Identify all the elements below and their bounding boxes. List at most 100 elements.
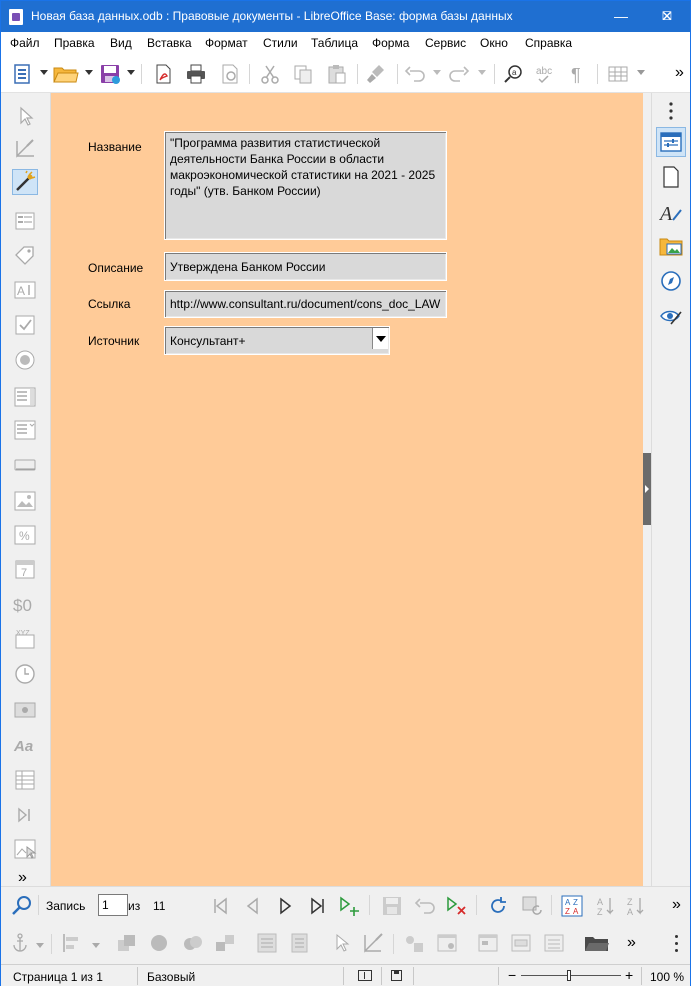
table-dropdown-icon[interactable] bbox=[637, 70, 645, 75]
open-in-design-folder-icon[interactable] bbox=[584, 932, 610, 954]
formatted-field-icon[interactable]: % bbox=[13, 523, 37, 547]
zoom-slider-thumb[interactable] bbox=[567, 970, 571, 981]
navigator-tab-icon[interactable] bbox=[659, 269, 683, 293]
menu-styles[interactable]: Стили bbox=[263, 36, 298, 50]
sort-descending-icon[interactable]: ZA bbox=[625, 895, 647, 917]
anchor-icon[interactable] bbox=[9, 932, 31, 954]
design-mode-toggle-icon[interactable] bbox=[362, 932, 384, 954]
date-field-icon[interactable]: 7 bbox=[13, 557, 37, 581]
print-icon[interactable] bbox=[185, 63, 207, 85]
push-button-icon[interactable] bbox=[13, 453, 37, 477]
close-button[interactable]: ✕ bbox=[644, 1, 690, 32]
gallery-tab-icon[interactable] bbox=[659, 234, 683, 258]
form-navigator-icon[interactable] bbox=[256, 932, 278, 954]
new-dropdown-icon[interactable] bbox=[40, 70, 48, 75]
menu-window[interactable]: Окно bbox=[480, 36, 508, 50]
new-record-icon[interactable] bbox=[338, 895, 360, 917]
find-record-icon[interactable] bbox=[11, 895, 33, 917]
combo-box-icon[interactable] bbox=[13, 418, 37, 442]
zoom-slider[interactable] bbox=[521, 975, 621, 976]
list-box-icon[interactable] bbox=[13, 385, 37, 409]
label-field-icon[interactable] bbox=[13, 243, 37, 267]
next-record-icon[interactable] bbox=[274, 895, 296, 917]
sidebar-collapse-handle[interactable] bbox=[643, 453, 651, 525]
zoom-level[interactable]: 100 % bbox=[650, 970, 684, 984]
refresh-icon[interactable] bbox=[487, 895, 509, 917]
new-document-icon[interactable] bbox=[11, 63, 33, 85]
undo-dropdown-icon[interactable] bbox=[433, 70, 441, 75]
bring-to-front-icon[interactable] bbox=[116, 932, 138, 954]
find-replace-icon[interactable]: a bbox=[503, 63, 525, 85]
properties-tab-icon[interactable] bbox=[656, 127, 686, 157]
add-field-icon[interactable] bbox=[510, 932, 532, 954]
toolbar-overflow-icon[interactable]: » bbox=[675, 64, 684, 82]
form-design-table-icon[interactable] bbox=[543, 932, 565, 954]
controls-overflow-icon[interactable]: » bbox=[18, 869, 27, 887]
menu-format[interactable]: Формат bbox=[205, 36, 248, 50]
export-pdf-icon[interactable] bbox=[152, 63, 174, 85]
menu-file[interactable]: Файл bbox=[10, 36, 40, 50]
menu-help[interactable]: Справка bbox=[525, 36, 572, 50]
tab-order-icon[interactable] bbox=[289, 932, 311, 954]
paste-icon[interactable] bbox=[326, 63, 348, 85]
delete-record-icon[interactable] bbox=[445, 895, 467, 917]
select-pointer-icon[interactable] bbox=[13, 104, 37, 128]
link-field[interactable]: http://www.consultant.ru/document/cons_d… bbox=[164, 290, 447, 318]
status-page-count[interactable]: Страница 1 из 1 bbox=[13, 970, 103, 984]
minimize-button[interactable]: — bbox=[598, 1, 644, 32]
design-select-icon[interactable] bbox=[330, 932, 352, 954]
zoom-in-icon[interactable]: + bbox=[625, 967, 633, 983]
menu-tools[interactable]: Сервис bbox=[425, 36, 466, 50]
page-tab-icon[interactable] bbox=[659, 165, 683, 189]
control-properties-icon[interactable] bbox=[403, 932, 425, 954]
copy-icon[interactable] bbox=[292, 63, 314, 85]
insert-table-icon[interactable] bbox=[607, 63, 629, 85]
redo-icon[interactable] bbox=[448, 63, 470, 85]
combo-dropdown-arrow-icon[interactable] bbox=[372, 328, 388, 349]
description-field[interactable]: Утверждена Банком России bbox=[164, 252, 447, 281]
undo-record-icon[interactable] bbox=[414, 895, 436, 917]
sort-icon[interactable]: AZZA bbox=[561, 895, 583, 917]
zoom-out-icon[interactable]: − bbox=[508, 967, 516, 983]
anchor-dropdown-icon[interactable] bbox=[36, 943, 44, 948]
align-dropdown-icon[interactable] bbox=[92, 943, 100, 948]
print-preview-icon[interactable] bbox=[219, 63, 241, 85]
previous-record-icon[interactable] bbox=[242, 895, 264, 917]
selection-mode-icon[interactable] bbox=[358, 970, 372, 981]
first-record-icon[interactable] bbox=[210, 895, 232, 917]
menu-form[interactable]: Форма bbox=[372, 36, 409, 50]
save-dropdown-icon[interactable] bbox=[127, 70, 135, 75]
formatting-marks-icon[interactable]: ¶ bbox=[567, 63, 589, 85]
last-record-icon[interactable] bbox=[306, 895, 328, 917]
save-icon[interactable] bbox=[99, 63, 121, 85]
image-control-icon[interactable] bbox=[13, 698, 37, 722]
form-properties-design-icon[interactable] bbox=[436, 932, 458, 954]
design-mode-icon[interactable] bbox=[13, 137, 37, 161]
source-combo[interactable]: Консультант+ bbox=[164, 326, 390, 355]
arrange-icon[interactable] bbox=[182, 932, 204, 954]
table-control-icon[interactable] bbox=[13, 768, 37, 792]
check-box-icon[interactable] bbox=[13, 313, 37, 337]
navbar-overflow-icon[interactable]: » bbox=[672, 896, 681, 914]
pattern-field-icon[interactable]: XYZ bbox=[13, 627, 37, 651]
cut-icon[interactable] bbox=[259, 63, 281, 85]
record-number-input[interactable]: 1 bbox=[98, 894, 128, 916]
menu-view[interactable]: Вид bbox=[110, 36, 132, 50]
option-button-icon[interactable] bbox=[13, 348, 37, 372]
designbar-vertical-dots-icon[interactable] bbox=[673, 934, 679, 954]
open-folder-icon[interactable] bbox=[53, 63, 79, 85]
form-properties-icon[interactable] bbox=[13, 209, 37, 233]
accessibility-check-tab-icon[interactable] bbox=[659, 304, 683, 328]
status-page-style[interactable]: Базовый bbox=[147, 970, 195, 984]
menu-edit[interactable]: Правка bbox=[54, 36, 95, 50]
time-field-icon[interactable] bbox=[13, 662, 37, 686]
menu-insert[interactable]: Вставка bbox=[147, 36, 192, 50]
sort-ascending-icon[interactable]: AZ bbox=[595, 895, 617, 917]
image-button-icon[interactable] bbox=[13, 489, 37, 513]
control-wizards-icon[interactable] bbox=[12, 169, 38, 195]
redo-dropdown-icon[interactable] bbox=[478, 70, 486, 75]
clone-formatting-icon[interactable] bbox=[365, 63, 387, 85]
sidebar-menu-icon[interactable] bbox=[659, 99, 683, 120]
save-record-icon[interactable] bbox=[381, 895, 403, 917]
group-icon[interactable] bbox=[214, 932, 236, 954]
